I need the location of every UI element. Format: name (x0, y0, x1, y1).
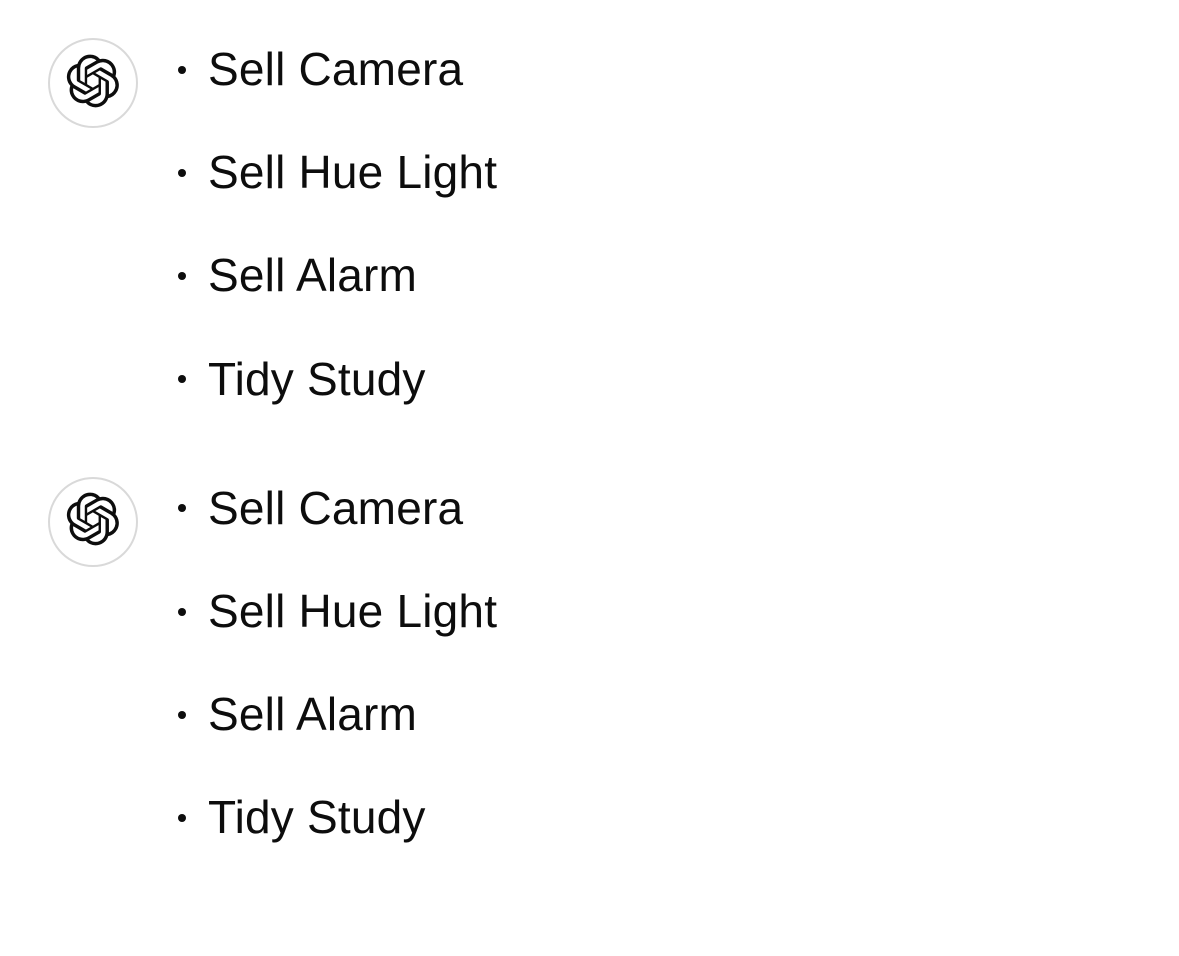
list-item: Tidy Study (178, 352, 497, 407)
assistant-message: Sell Camera Sell Hue Light Sell Alarm Ti… (48, 477, 1179, 846)
message-content: Sell Camera Sell Hue Light Sell Alarm Ti… (178, 477, 497, 846)
list-item: Sell Camera (178, 481, 497, 536)
bullet-icon (178, 169, 186, 177)
task-list: Sell Camera Sell Hue Light Sell Alarm Ti… (178, 481, 497, 846)
avatar (48, 38, 138, 128)
bullet-icon (178, 504, 186, 512)
bullet-icon (178, 66, 186, 74)
list-item-text: Tidy Study (208, 790, 426, 845)
message-content: Sell Camera Sell Hue Light Sell Alarm Ti… (178, 38, 497, 407)
list-item: Sell Alarm (178, 248, 497, 303)
bullet-icon (178, 814, 186, 822)
list-item: Sell Camera (178, 42, 497, 97)
bullet-icon (178, 375, 186, 383)
list-item-text: Sell Hue Light (208, 145, 497, 200)
list-item-text: Tidy Study (208, 352, 426, 407)
list-item-text: Sell Camera (208, 481, 463, 536)
task-list: Sell Camera Sell Hue Light Sell Alarm Ti… (178, 42, 497, 407)
avatar (48, 477, 138, 567)
assistant-message: Sell Camera Sell Hue Light Sell Alarm Ti… (48, 38, 1179, 407)
list-item: Tidy Study (178, 790, 497, 845)
list-item-text: Sell Alarm (208, 248, 417, 303)
list-item-text: Sell Hue Light (208, 584, 497, 639)
list-item: Sell Alarm (178, 687, 497, 742)
bullet-icon (178, 608, 186, 616)
list-item: Sell Hue Light (178, 584, 497, 639)
list-item-text: Sell Alarm (208, 687, 417, 742)
bullet-icon (178, 272, 186, 280)
list-item: Sell Hue Light (178, 145, 497, 200)
bullet-icon (178, 711, 186, 719)
list-item-text: Sell Camera (208, 42, 463, 97)
openai-icon (66, 54, 120, 113)
openai-icon (66, 492, 120, 551)
